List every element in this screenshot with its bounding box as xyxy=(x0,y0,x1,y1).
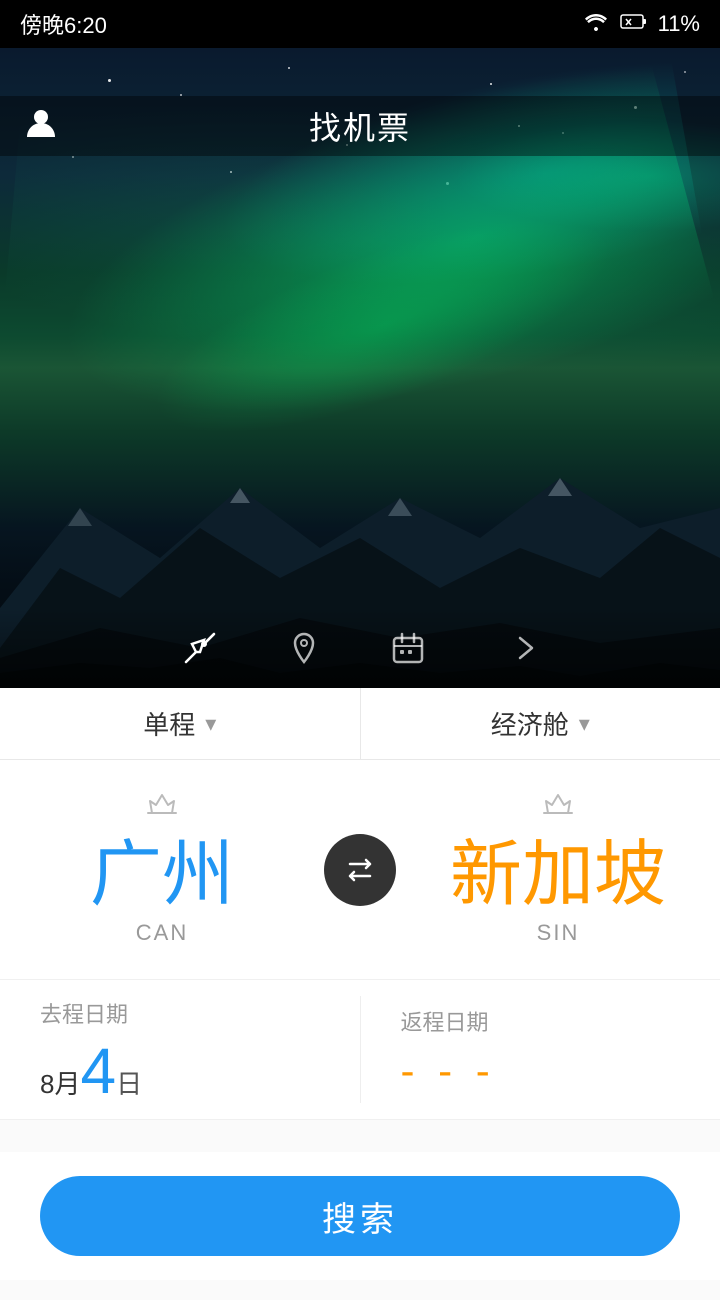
date-section: 去程日期 8月4日 返程日期 - - - xyxy=(0,980,720,1120)
dest-city-name: 新加坡 xyxy=(450,836,666,915)
depart-day: 4 xyxy=(80,1035,116,1107)
cabin-class-label: 经济舱 xyxy=(491,705,569,742)
trip-options-row: 单程 ▾ 经济舱 ▾ xyxy=(0,688,720,760)
wifi-icon xyxy=(582,11,610,37)
trip-type-label: 单程 xyxy=(143,705,195,742)
trip-type-dropdown[interactable]: 单程 ▾ xyxy=(0,688,361,759)
return-label: 返程日期 xyxy=(401,1005,681,1037)
cabin-class-arrow: ▾ xyxy=(579,711,590,737)
dest-city-code: SIN xyxy=(537,920,580,946)
departure-icon xyxy=(144,793,180,828)
battery-x-icon xyxy=(620,11,648,37)
status-bar: 傍晚6:20 11% xyxy=(0,0,720,48)
dest-city[interactable]: 新加坡 SIN xyxy=(396,793,720,945)
origin-city-name: 广州 xyxy=(90,836,234,915)
depart-month: 8月 xyxy=(40,1069,80,1099)
battery-level: 11% xyxy=(658,11,700,37)
depart-date-value: 8月4日 xyxy=(40,1039,320,1103)
origin-city[interactable]: 广州 CAN xyxy=(0,793,324,945)
cabin-class-dropdown[interactable]: 经济舱 ▾ xyxy=(361,688,720,759)
more-icon[interactable] xyxy=(510,632,542,664)
depart-date[interactable]: 去程日期 8月4日 xyxy=(0,980,360,1119)
search-section: 搜索 xyxy=(0,1152,720,1280)
profile-icon[interactable] xyxy=(24,105,58,147)
depart-day-suffix: 日 xyxy=(116,1069,142,1099)
icon-bar xyxy=(0,608,720,688)
search-button[interactable]: 搜索 xyxy=(40,1176,680,1256)
arrival-icon xyxy=(540,793,576,828)
status-time: 傍晚6:20 xyxy=(20,8,107,40)
flight-search-tab[interactable] xyxy=(178,626,222,670)
origin-city-code: CAN xyxy=(136,920,188,946)
destination-tab[interactable] xyxy=(282,626,326,670)
status-right: 11% xyxy=(582,11,700,37)
depart-label: 去程日期 xyxy=(40,997,320,1029)
return-date-placeholder: - - - xyxy=(401,1047,681,1095)
return-date[interactable]: 返程日期 - - - xyxy=(361,980,720,1119)
trip-type-arrow: ▾ xyxy=(205,711,216,737)
page-title: 找机票 xyxy=(309,103,411,149)
schedule-tab[interactable] xyxy=(386,626,430,670)
header: 找机票 xyxy=(0,96,720,156)
swap-button[interactable] xyxy=(324,834,396,906)
route-section: 广州 CAN 新加坡 SIN xyxy=(0,760,720,980)
